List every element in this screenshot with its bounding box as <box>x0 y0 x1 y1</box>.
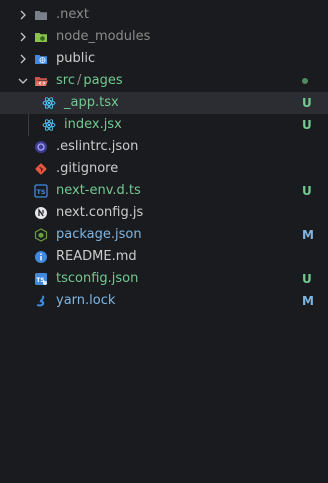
folder-src-open-icon <box>35 77 48 86</box>
git-status-badge: M <box>302 228 314 242</box>
tree-item-next-config[interactable]: next.config.js <box>0 202 328 224</box>
typescript-icon: TS <box>34 184 48 198</box>
git-status-badge: M <box>302 294 314 308</box>
tree-item-label: yarn.lock <box>56 293 116 308</box>
tree-item-next-env-dts[interactable]: TS next-env.d.ts U <box>0 180 328 202</box>
tree-item-label: next.config.js <box>56 205 144 220</box>
tree-item-label: index.jsx <box>64 117 122 132</box>
tree-item-label: package.json <box>56 227 142 242</box>
nodejs-icon <box>34 228 48 242</box>
tree-item-app-tsx[interactable]: _app.tsx U <box>0 92 328 114</box>
tree-item-label: .eslintrc.json <box>56 139 139 154</box>
yarn-icon <box>36 295 45 307</box>
folder-public-icon <box>35 55 47 64</box>
tree-item-next-folder[interactable]: .next <box>0 4 328 26</box>
tree-item-eslintrc[interactable]: .eslintrc.json <box>0 136 328 158</box>
svg-text:TS: TS <box>36 188 45 196</box>
tree-item-src-pages-folder[interactable]: src / pages <box>0 70 328 92</box>
tree-item-yarn-lock[interactable]: yarn.lock M <box>0 290 328 312</box>
tsconfig-icon: TS <box>35 273 47 285</box>
react-icon <box>42 119 56 131</box>
untracked-changes-dot <box>302 78 308 84</box>
git-status-badge: U <box>302 96 312 110</box>
tree-item-label: README.md <box>56 249 137 264</box>
git-status-badge: U <box>302 184 312 198</box>
git-icon <box>35 163 47 175</box>
git-status-badge: U <box>302 272 312 286</box>
tree-item-label: node_modules <box>56 29 151 44</box>
tree-item-tsconfig[interactable]: TS tsconfig.json U <box>0 268 328 290</box>
tree-item-label: .next <box>56 7 89 22</box>
tree-item-public-folder[interactable]: public <box>0 48 328 70</box>
tree-item-gitignore[interactable]: .gitignore <box>0 158 328 180</box>
folder-icon <box>35 11 47 20</box>
tree-item-index-jsx[interactable]: index.jsx U <box>0 114 328 136</box>
nextjs-icon <box>35 207 47 219</box>
tree-item-label: _app.tsx <box>64 95 119 110</box>
tree-item-package-json[interactable]: package.json M <box>0 224 328 246</box>
file-explorer: .next node_modules public src / pages _app… <box>0 0 328 483</box>
chevron-right-icon <box>20 32 26 42</box>
tree-item-label: next-env.d.ts <box>56 183 141 198</box>
tree-item-label: tsconfig.json <box>56 271 139 286</box>
eslint-icon <box>35 141 47 153</box>
tree-item-label: public <box>56 51 96 66</box>
chevron-right-icon <box>20 10 26 20</box>
tree-item-label: .gitignore <box>56 161 119 176</box>
info-icon <box>35 251 47 263</box>
tree-item-label: src / pages <box>56 73 123 88</box>
chevron-right-icon <box>20 54 26 64</box>
folder-node-icon <box>35 33 47 42</box>
chevron-down-icon <box>18 78 28 84</box>
tree-item-readme[interactable]: README.md <box>0 246 328 268</box>
tree-item-node-modules-folder[interactable]: node_modules <box>0 26 328 48</box>
react-icon <box>42 97 56 109</box>
git-status-badge: U <box>302 118 312 132</box>
